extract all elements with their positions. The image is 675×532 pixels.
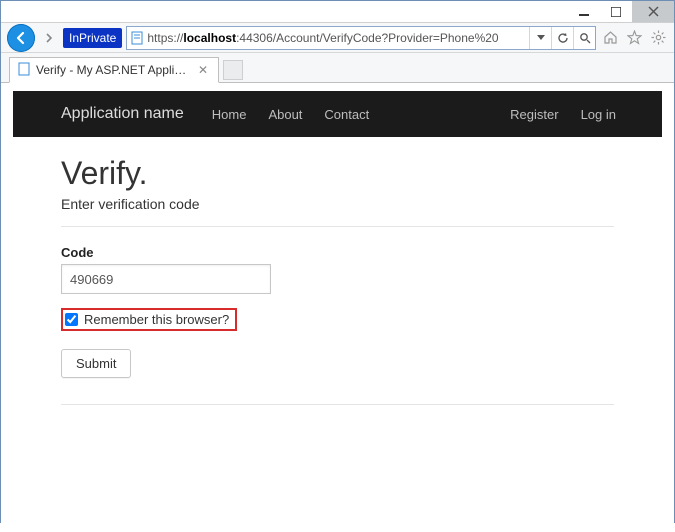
app-navbar: Application name Home About Contact Regi… — [13, 91, 662, 137]
window-minimize-button[interactable] — [568, 1, 600, 22]
window-maximize-button[interactable] — [600, 1, 632, 22]
browser-toolbar: InPrivate https://localhost:44306/Accoun… — [1, 23, 674, 53]
window-titlebar — [1, 1, 674, 23]
url-dropdown-icon[interactable] — [529, 27, 551, 49]
inprivate-badge: InPrivate — [63, 28, 122, 48]
favorites-icon[interactable] — [624, 28, 644, 48]
nav-back-button[interactable] — [7, 24, 35, 52]
page-icon — [127, 31, 147, 45]
address-bar[interactable]: https://localhost:44306/Account/VerifyCo… — [126, 26, 596, 50]
divider-bottom — [61, 404, 614, 405]
nav-about[interactable]: About — [268, 107, 302, 122]
navbar-brand[interactable]: Application name — [61, 105, 184, 123]
page-viewport: Application name Home About Contact Regi… — [1, 91, 674, 532]
nav-login[interactable]: Log in — [581, 107, 616, 122]
url-text: https://localhost:44306/Account/VerifyCo… — [147, 31, 529, 45]
nav-register[interactable]: Register — [510, 107, 558, 122]
nav-contact[interactable]: Contact — [324, 107, 369, 122]
remember-browser-checkbox[interactable] — [65, 313, 78, 326]
settings-icon[interactable] — [648, 28, 668, 48]
window-close-button[interactable] — [632, 1, 674, 22]
browser-tab[interactable]: Verify - My ASP.NET Applic... ✕ — [9, 57, 219, 83]
tab-favicon — [18, 62, 30, 79]
tab-close-button[interactable]: ✕ — [196, 63, 210, 77]
tab-title: Verify - My ASP.NET Applic... — [36, 63, 190, 77]
submit-button[interactable]: Submit — [61, 349, 131, 378]
code-input[interactable] — [61, 264, 271, 294]
new-tab-button[interactable] — [223, 60, 243, 80]
home-icon[interactable] — [600, 28, 620, 48]
nav-forward-button[interactable] — [39, 28, 59, 48]
code-label: Code — [61, 245, 614, 260]
refresh-button[interactable] — [551, 27, 573, 49]
divider — [61, 226, 614, 227]
code-form-group: Code — [61, 245, 614, 294]
remember-browser-label: Remember this browser? — [84, 312, 229, 327]
page-title: Verify. — [61, 155, 614, 192]
nav-home[interactable]: Home — [212, 107, 247, 122]
remember-browser-group: Remember this browser? — [61, 308, 237, 331]
search-button[interactable] — [573, 27, 595, 49]
tab-strip: Verify - My ASP.NET Applic... ✕ — [1, 53, 674, 83]
page-subtitle: Enter verification code — [61, 196, 614, 212]
page-container: Verify. Enter verification code Code Rem… — [13, 137, 662, 405]
